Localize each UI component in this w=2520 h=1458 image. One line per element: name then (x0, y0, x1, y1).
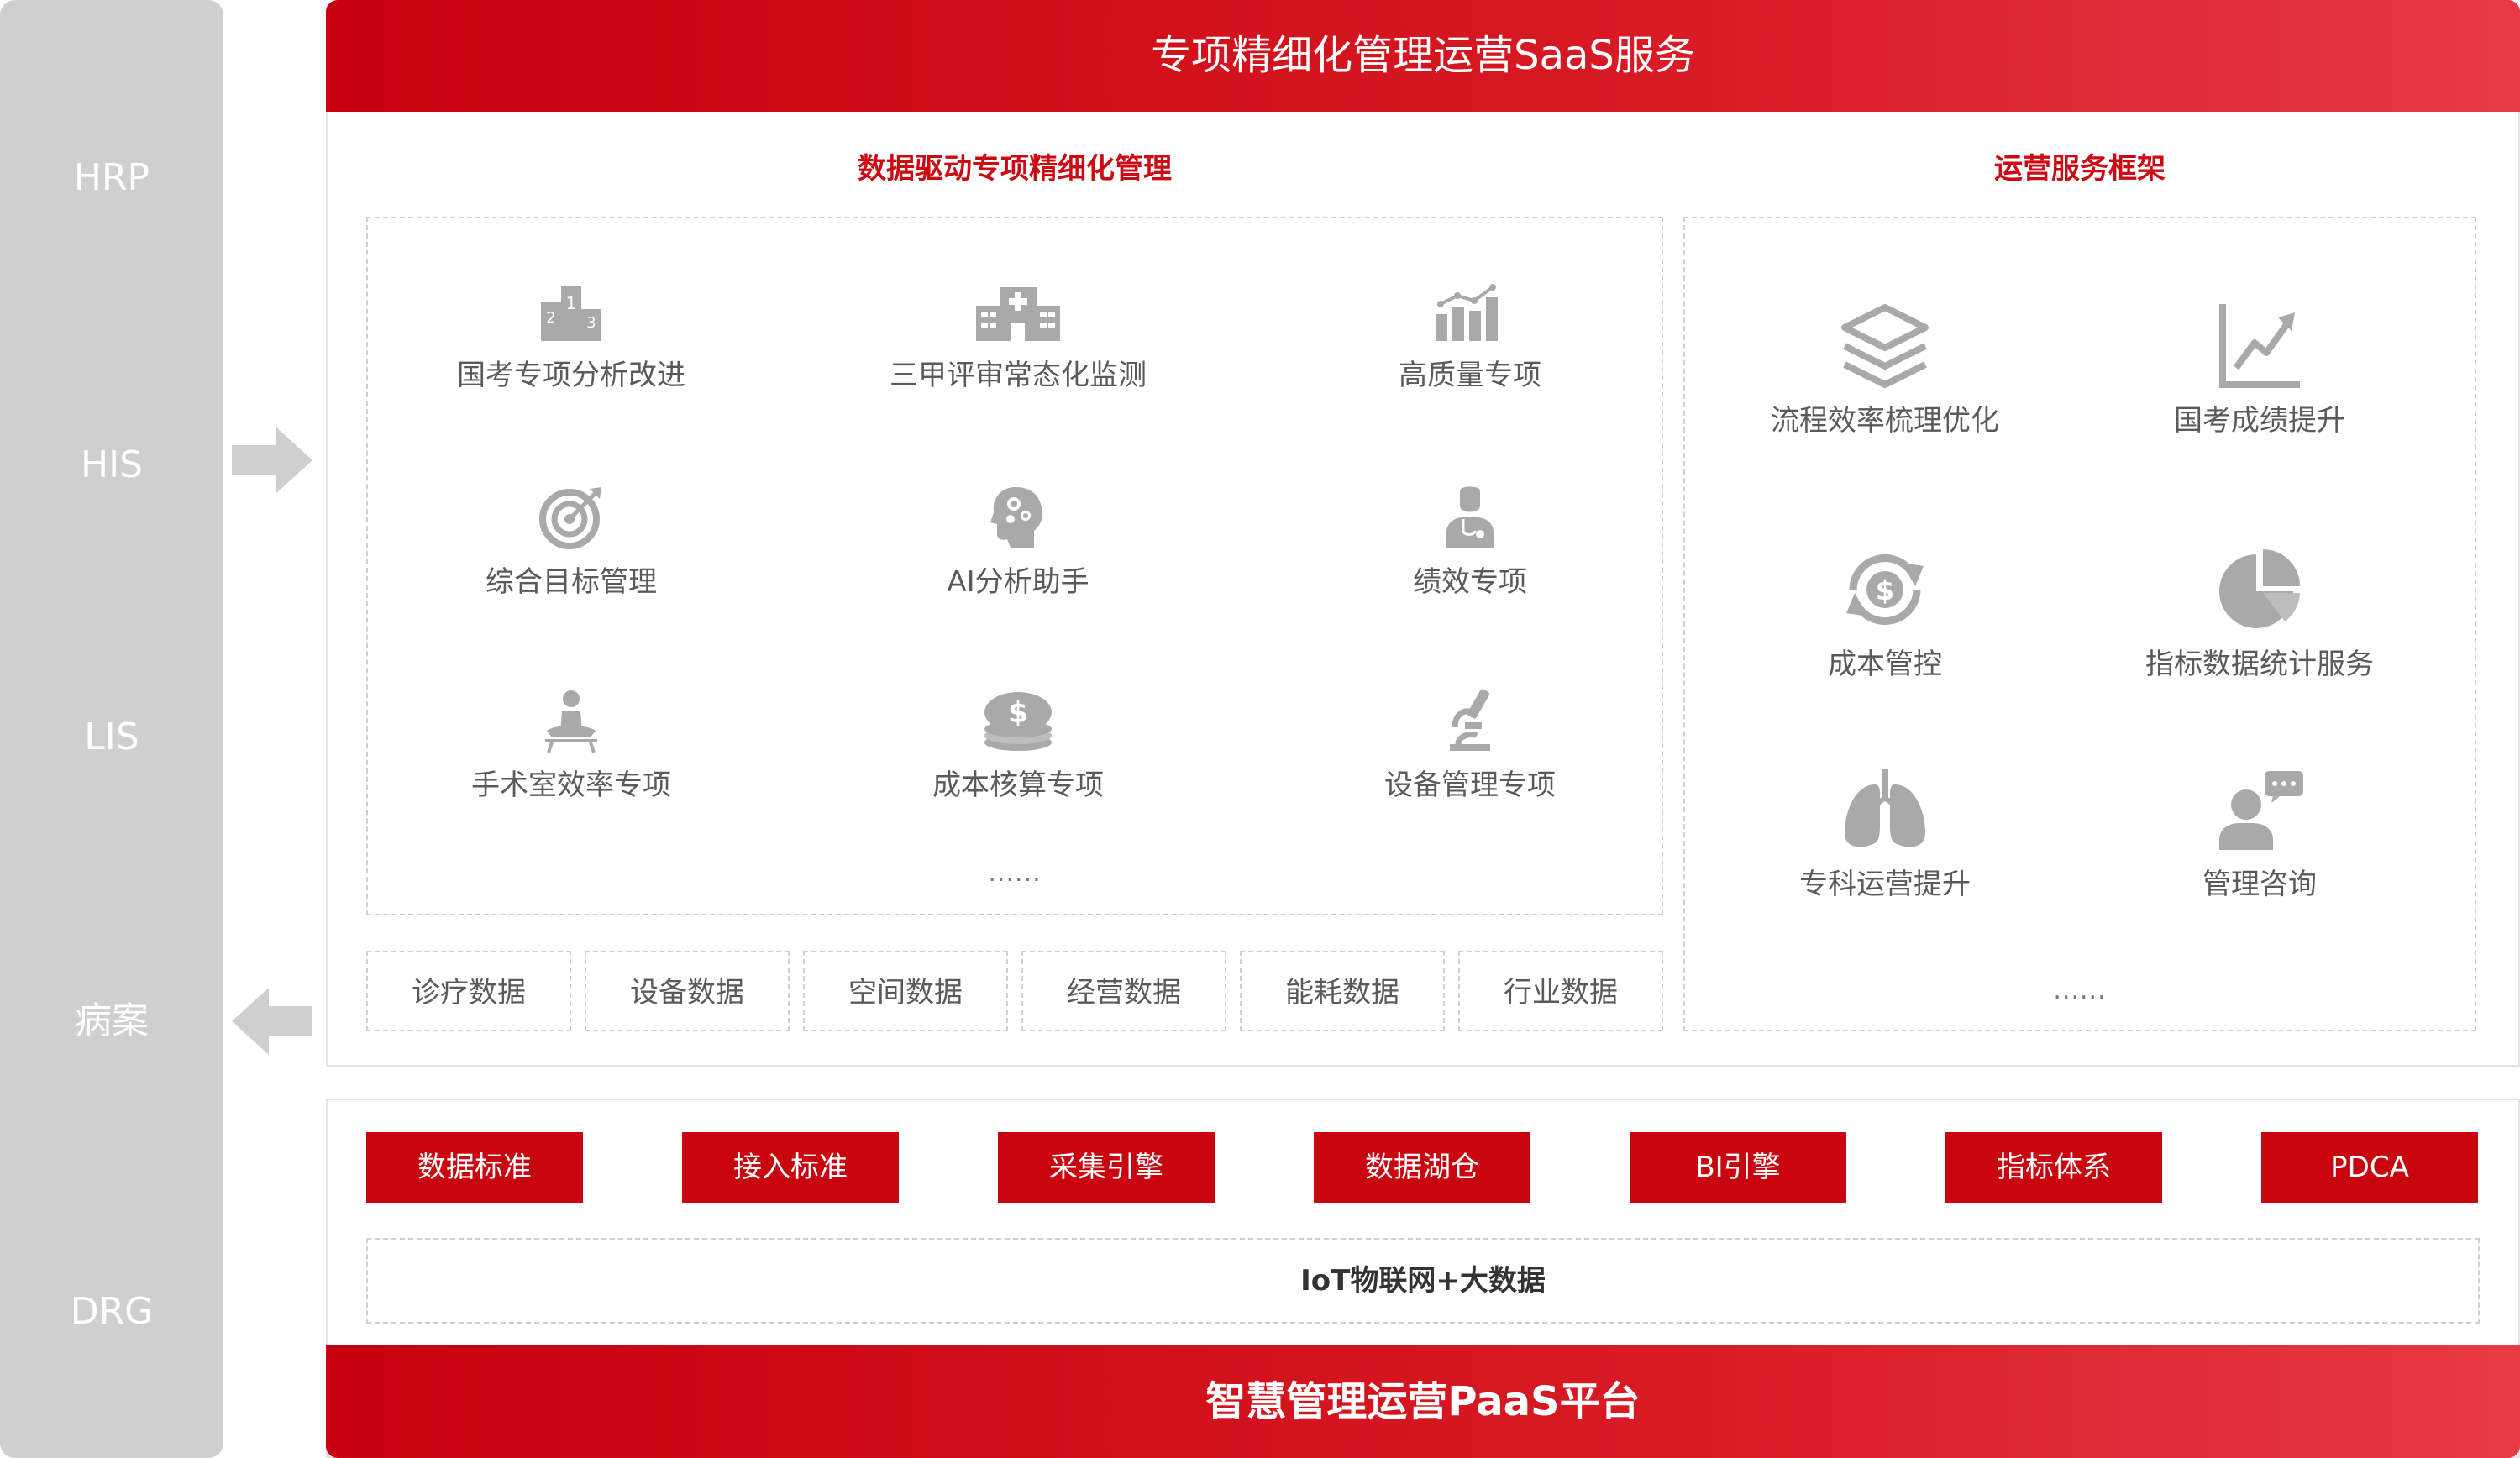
ai-head-icon (990, 487, 1042, 548)
module-bi-engine: BI引擎 (1630, 1132, 1846, 1203)
module-collection-engine: 采集引擎 (998, 1132, 1215, 1203)
right-ellipsis: ...... (2053, 976, 2107, 1005)
feature-label: 指标数据统计服务 (2145, 648, 2374, 681)
module-data-lakehouse: 数据湖仓 (1314, 1132, 1530, 1203)
feature-label: 管理咨询 (2202, 868, 2317, 901)
module-indicator-system: 指标体系 (1945, 1132, 2162, 1203)
feature-process-efficiency: 流程效率梳理优化 (1725, 304, 2045, 442)
data-source-industry: 行业数据 (1458, 951, 1663, 1031)
data-source-space: 空间数据 (803, 951, 1008, 1031)
svg-text:$: $ (1876, 574, 1894, 606)
feature-label: 专科运营提升 (1799, 868, 1971, 901)
feature-label: 流程效率梳理优化 (1771, 404, 1999, 438)
svg-text:1: 1 (566, 293, 577, 313)
system-drg: DRG (70, 1290, 154, 1333)
feature-indicator-statistics: 指标数据统计服务 (2100, 548, 2419, 685)
system-his: HIS (81, 443, 143, 486)
consultant-icon (2219, 771, 2303, 850)
feature-high-quality: 高质量专项 (1302, 284, 1638, 396)
hospital-icon (976, 287, 1060, 341)
pie-chart-icon (2219, 549, 2300, 628)
coin-stack-icon: $ (984, 692, 1052, 751)
feature-label: 手术室效率专项 (471, 768, 671, 802)
svg-text:3: 3 (586, 314, 596, 332)
feature-equipment: 设备管理专项 (1302, 689, 1638, 806)
feature-label: 绩效专项 (1413, 565, 1527, 599)
feature-cost-control: $ 成本管控 (1725, 548, 2045, 685)
left-ellipsis: ...... (988, 858, 1042, 888)
feature-ai-assistant: AI分析助手 (850, 485, 1186, 603)
feature-label: AI分析助手 (947, 565, 1089, 599)
paas-title: 智慧管理运营PaaS平台 (326, 1345, 2520, 1458)
feature-label: 国考专项分析改进 (457, 359, 685, 392)
arrow-left-icon (232, 988, 312, 1055)
module-data-standard: 数据标准 (366, 1132, 583, 1203)
feature-goal-management: 综合目标管理 (403, 485, 739, 603)
system-medical-records: 病案 (75, 999, 149, 1042)
module-pdca: PDCA (2261, 1132, 2478, 1203)
saas-title: 专项精细化管理运营SaaS服务 (326, 0, 2520, 112)
module-access-standard: 接入标准 (682, 1132, 899, 1203)
feature-specialty-operation: 专科运营提升 (1725, 768, 2045, 905)
feature-performance: 绩效专项 (1302, 485, 1638, 603)
system-hrp: HRP (73, 156, 150, 199)
podium-icon: 1 2 3 (541, 286, 601, 341)
svg-text:2: 2 (546, 309, 555, 327)
feature-label: 成本核算专项 (932, 768, 1104, 802)
feature-label: 国考成绩提升 (2174, 404, 2345, 438)
data-source-clinical: 诊疗数据 (366, 951, 571, 1031)
lungs-icon (1845, 769, 1925, 847)
feature-label: 综合目标管理 (486, 565, 657, 599)
doctor-icon (1446, 486, 1494, 548)
feature-label: 成本管控 (1828, 648, 1942, 681)
data-source-operations: 经营数据 (1021, 951, 1226, 1031)
feature-operating-room: 手术室效率专项 (403, 689, 739, 806)
feature-management-consulting: 管理咨询 (2100, 768, 2419, 905)
feature-national-exam: 1 2 3 国考专项分析改进 (403, 284, 739, 396)
microscope-icon (1450, 689, 1490, 751)
svg-text:$: $ (1008, 696, 1028, 730)
right-section-title: 运营服务框架 (1994, 152, 2166, 186)
dollar-cycle-icon: $ (1846, 554, 1924, 625)
left-section-title: 数据驱动专项精细化管理 (858, 152, 1172, 186)
surgeon-icon (545, 690, 597, 753)
feature-cost-accounting: $ 成本核算专项 (850, 689, 1186, 806)
trend-chart-icon (2219, 304, 2300, 388)
layers-icon (1841, 304, 1929, 388)
bar-chart-icon (1436, 284, 1498, 341)
feature-label: 高质量专项 (1399, 359, 1541, 392)
feature-tertiary-review: 三甲评审常态化监测 (850, 284, 1186, 396)
data-source-energy: 能耗数据 (1240, 951, 1445, 1031)
data-source-equipment: 设备数据 (585, 951, 790, 1031)
feature-label: 三甲评审常态化监测 (890, 359, 1147, 392)
target-icon (539, 487, 601, 549)
arrow-right-icon (232, 427, 312, 494)
feature-label: 设备管理专项 (1384, 768, 1556, 802)
feature-exam-score: 国考成绩提升 (2100, 304, 2419, 442)
iot-bigdata-foundation: IoT物联网+大数据 (366, 1238, 2480, 1324)
system-lis: LIS (84, 716, 139, 758)
